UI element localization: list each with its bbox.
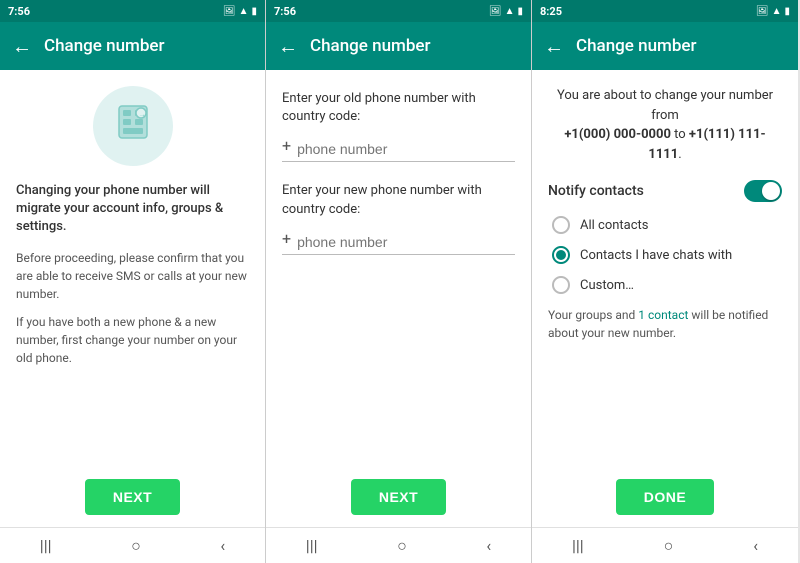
nav-back-icon-3[interactable]: ‹	[753, 536, 758, 555]
app-header-3: ← Change number	[532, 22, 798, 70]
bottom-area-1: NEXT	[0, 467, 265, 527]
radio-custom[interactable]: Custom…	[548, 276, 782, 294]
content-3: You are about to change your number from…	[532, 70, 798, 467]
header-title-3: Change number	[576, 36, 697, 56]
status-bar-3: 8:25 🖼 ▲ ▮	[532, 0, 798, 22]
status-icons-1: 🖼 ▲ ▮	[223, 6, 257, 17]
svg-text:→: →	[138, 110, 145, 118]
radio-label-chats: Contacts I have chats with	[580, 248, 732, 263]
header-title-1: Change number	[44, 36, 165, 56]
status-time-1: 7:56	[8, 5, 30, 18]
nav-back-icon-1[interactable]: ‹	[220, 536, 225, 555]
contact-link[interactable]: 1 contact	[638, 308, 688, 322]
info-text: You are about to change your number from	[557, 88, 773, 123]
nav-bar-1: ||| ○ ‹	[0, 527, 265, 563]
old-number-label: Enter your old phone number with country…	[282, 90, 515, 126]
status-time-2: 7:56	[274, 5, 296, 18]
status-time-3: 8:25	[540, 5, 562, 18]
nav-home-icon-2[interactable]: ○	[397, 536, 407, 556]
nav-menu-icon-3[interactable]: |||	[572, 536, 584, 555]
radio-outer-all	[552, 216, 570, 234]
status-icons-3: 🖼 ▲ ▮	[756, 6, 790, 17]
battery-icon-1: ▮	[251, 6, 257, 17]
radio-all-contacts[interactable]: All contacts	[548, 216, 782, 234]
main-description: Changing your phone number will migrate …	[16, 182, 249, 237]
nav-bar-2: ||| ○ ‹	[266, 527, 531, 563]
status-bar-1: 7:56 🖼 ▲ ▮	[0, 0, 265, 22]
notify-toggle[interactable]	[744, 180, 782, 202]
status-icons-2: 🖼 ▲ ▮	[489, 6, 523, 17]
bottom-area-2: NEXT	[266, 467, 531, 527]
notify-contacts-row: Notify contacts	[548, 180, 782, 202]
wifi-icon-2: ▲	[505, 6, 515, 17]
sub-description-1: Before proceeding, please confirm that y…	[16, 249, 249, 303]
image-icon-2: 🖼	[489, 6, 502, 17]
radio-label-custom: Custom…	[580, 278, 634, 293]
app-header-2: ← Change number	[266, 22, 531, 70]
back-button-1[interactable]: ←	[12, 34, 32, 59]
header-title-2: Change number	[310, 36, 431, 56]
back-button-3[interactable]: ←	[544, 34, 564, 59]
content-1: → Changing your phone number will migrat…	[0, 70, 265, 467]
panel-3: 8:25 🖼 ▲ ▮ ← Change number You are about…	[532, 0, 798, 563]
groups-text-start: Your groups and	[548, 308, 638, 322]
image-icon-3: 🖼	[756, 6, 769, 17]
nav-menu-icon-2[interactable]: |||	[306, 536, 318, 555]
panel-2: 7:56 🖼 ▲ ▮ ← Change number Enter your ol…	[266, 0, 532, 563]
notify-contacts-label: Notify contacts	[548, 183, 644, 199]
phone-keyboard-icon: →	[111, 100, 155, 153]
old-number-display: +1(000) 000-0000	[564, 127, 671, 142]
old-phone-input-row: +	[282, 136, 515, 162]
radio-label-all: All contacts	[580, 218, 649, 233]
bottom-area-3: DONE	[532, 467, 798, 527]
new-phone-input-row: +	[282, 229, 515, 255]
plus-sign-new: +	[282, 229, 291, 250]
new-number-label: Enter your new phone number with country…	[282, 182, 515, 218]
icon-area: →	[16, 86, 249, 166]
radio-outer-custom	[552, 276, 570, 294]
nav-home-icon-3[interactable]: ○	[664, 536, 674, 556]
status-bar-2: 7:56 🖼 ▲ ▮	[266, 0, 531, 22]
battery-icon-2: ▮	[517, 6, 523, 17]
radio-chats[interactable]: Contacts I have chats with	[548, 246, 782, 264]
panel-1: 7:56 🖼 ▲ ▮ ← Change number	[0, 0, 266, 563]
radio-inner-chats	[556, 250, 566, 260]
to-text: to	[674, 127, 686, 142]
group-notify-text: Your groups and 1 contact will be notifi…	[548, 306, 782, 342]
sub-description-2: If you have both a new phone & a new num…	[16, 313, 249, 367]
wifi-icon-1: ▲	[239, 6, 249, 17]
plus-sign-old: +	[282, 136, 291, 157]
nav-bar-3: ||| ○ ‹	[532, 527, 798, 563]
back-button-2[interactable]: ←	[278, 34, 298, 59]
change-number-info: You are about to change your number from…	[548, 86, 782, 164]
app-header-1: ← Change number	[0, 22, 265, 70]
next-button-1[interactable]: NEXT	[85, 479, 180, 515]
nav-home-icon-1[interactable]: ○	[131, 536, 141, 556]
new-phone-input[interactable]	[297, 234, 515, 250]
next-button-2[interactable]: NEXT	[351, 479, 446, 515]
content-2: Enter your old phone number with country…	[266, 70, 531, 467]
wifi-icon-3: ▲	[772, 6, 782, 17]
radio-outer-chats	[552, 246, 570, 264]
phone-icon-circle: →	[93, 86, 173, 166]
nav-menu-icon-1[interactable]: |||	[40, 536, 52, 555]
old-phone-input[interactable]	[297, 141, 515, 157]
done-button[interactable]: DONE	[616, 479, 714, 515]
battery-icon-3: ▮	[784, 6, 790, 17]
nav-back-icon-2[interactable]: ‹	[486, 536, 491, 555]
toggle-knob	[762, 182, 780, 200]
image-icon-1: 🖼	[223, 6, 236, 17]
